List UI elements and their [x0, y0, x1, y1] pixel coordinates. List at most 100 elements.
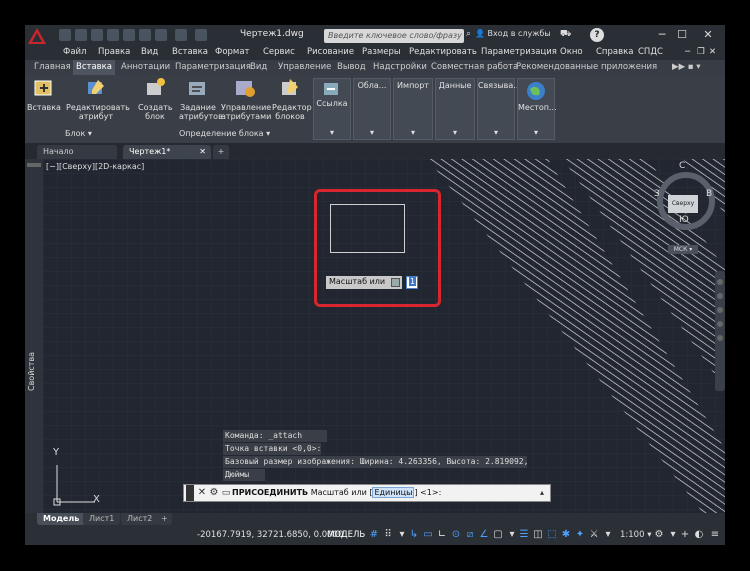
osnap-dropdown-icon[interactable]: ▾	[506, 528, 518, 541]
help-icon[interactable]: ?	[590, 28, 604, 42]
command-line[interactable]: ✕ ⚙ ▭ ПРИСОЕДИНИТЬ Масштаб или [Единицы]…	[183, 484, 551, 502]
menu-item-help[interactable]: Справка	[596, 47, 633, 57]
orbit-icon[interactable]	[717, 321, 723, 327]
tab-manage[interactable]: Управление	[275, 62, 334, 72]
define-attributes-button[interactable]: Задание атрибутов	[178, 77, 223, 121]
new-tab-button[interactable]: +	[213, 145, 229, 159]
file-tab-drawing[interactable]: Чертеж1* ✕	[123, 145, 211, 159]
import-panel[interactable]: Импорт ▾	[393, 78, 433, 140]
menu-item-dimensions[interactable]: Размеры	[362, 47, 401, 57]
snap-icon[interactable]: ⠿	[382, 528, 394, 541]
properties-side-panel[interactable]: Свойства	[25, 159, 43, 513]
save-as-icon[interactable]	[107, 29, 119, 41]
tab-addins[interactable]: Надстройки	[370, 62, 430, 72]
ucs-menu[interactable]: МСК ▾	[668, 245, 698, 254]
tab-home[interactable]: Главная	[31, 62, 74, 72]
compass-west[interactable]: З	[654, 189, 660, 199]
edit-attribute-button[interactable]: Редактировать атрибут	[65, 77, 130, 121]
cart-icon[interactable]: ⛟	[560, 29, 571, 40]
menu-close-icon[interactable]: ✕	[709, 47, 716, 57]
ortho-icon[interactable]: ∟	[436, 528, 448, 541]
menu-item-spds[interactable]: СПДС	[638, 47, 663, 57]
location-panel[interactable]: Местоп... ▾	[517, 78, 557, 140]
file-tab-close-icon[interactable]: ✕	[199, 147, 206, 156]
tab-output[interactable]: Вывод	[334, 62, 369, 72]
tab-view[interactable]: Вид	[247, 62, 270, 72]
print-icon[interactable]	[123, 29, 135, 41]
model-space-button[interactable]: МОДЕЛЬ	[327, 530, 365, 540]
grid-icon[interactable]: #	[368, 528, 380, 541]
manage-attributes-button[interactable]: Управление атрибутами	[221, 77, 271, 121]
workspace-icon[interactable]	[195, 29, 207, 41]
coordinates-readout[interactable]: -20167.7919, 32721.6850, 0.0000	[197, 530, 343, 540]
ribbon-tabs-more-icon[interactable]: ▶▶ ▪ ▾	[669, 62, 704, 72]
pan-icon[interactable]	[717, 293, 723, 299]
menu-item-service[interactable]: Сервис	[263, 47, 295, 57]
lineweight-icon[interactable]: ☰	[518, 528, 530, 541]
tab-layout1[interactable]: Лист1	[83, 513, 121, 525]
add-layout-button[interactable]: +	[157, 513, 172, 525]
dynamic-input-options-icon[interactable]	[391, 278, 400, 287]
plus-icon[interactable]: +	[679, 528, 691, 541]
menu-item-draw[interactable]: Рисование	[307, 47, 354, 57]
viewcube-top-face[interactable]: Сверху	[668, 195, 698, 213]
snap-dropdown-icon[interactable]: ▾	[396, 528, 408, 541]
infer-constraints-icon[interactable]: ↳	[408, 528, 420, 541]
menu-item-modify[interactable]: Редактировать	[409, 47, 477, 57]
menu-item-file[interactable]: Файл	[63, 47, 86, 57]
polar-tracking-icon[interactable]: ⊙	[450, 528, 462, 541]
data-panel[interactable]: Данные ▾	[435, 78, 475, 140]
dynamic-input-field[interactable]: 1	[406, 276, 418, 289]
tab-model[interactable]: Модель	[37, 513, 86, 525]
annotation-dropdown-icon[interactable]: ▾	[602, 528, 614, 541]
menu-minimize-icon[interactable]: ─	[685, 47, 690, 57]
menu-item-insert[interactable]: Вставка	[172, 47, 208, 57]
maximize-button[interactable]: ☐	[673, 27, 691, 43]
command-input[interactable]: ПРИСОЕДИНИТЬ Масштаб или [Единицы] <1>:	[232, 487, 441, 498]
showmotion-icon[interactable]	[717, 335, 723, 341]
workspace-gear-icon[interactable]: ⚙	[653, 528, 665, 541]
binoculars-icon[interactable]: ⌕	[466, 29, 471, 39]
menu-restore-icon[interactable]: ❐	[697, 47, 705, 57]
tab-parametric[interactable]: Параметризация	[172, 62, 254, 72]
menu-item-edit[interactable]: Правка	[98, 47, 130, 57]
compass-north[interactable]: С	[679, 161, 685, 171]
autoscale-icon[interactable]: ✦	[574, 528, 586, 541]
navigation-bar[interactable]	[715, 271, 725, 391]
save-icon[interactable]	[91, 29, 103, 41]
undo-icon[interactable]	[139, 29, 151, 41]
open-icon[interactable]	[75, 29, 87, 41]
signin-button[interactable]: 👤 Вход в службы	[475, 29, 551, 38]
share-icon[interactable]	[175, 29, 187, 41]
annotation-scale[interactable]: 1:100 ▾	[620, 530, 651, 540]
block-group-title[interactable]: Блок ▾	[65, 129, 92, 138]
file-tab-start[interactable]: Начало	[37, 145, 117, 159]
steering-wheel-icon[interactable]	[717, 279, 723, 285]
create-block-button[interactable]: Создать блок	[137, 77, 173, 121]
command-close-icon[interactable]: ✕	[196, 485, 208, 501]
menu-item-parametric[interactable]: Параметризация	[481, 47, 557, 57]
cloud-panel[interactable]: Обла... ▾	[353, 78, 391, 140]
compass-east[interactable]: В	[706, 189, 712, 199]
menu-item-format[interactable]: Формат	[215, 47, 250, 57]
annotation-scale-icon[interactable]: ⚔	[588, 528, 600, 541]
minimize-button[interactable]: ─	[653, 27, 671, 43]
menu-item-window[interactable]: Окно	[560, 47, 583, 57]
selection-cycling-icon[interactable]: ⬚	[546, 528, 558, 541]
panel-grip-icon[interactable]	[27, 163, 41, 167]
link-panel[interactable]: Связыва... ▾	[477, 78, 521, 140]
drawing-canvas[interactable]: [−][Сверху][2D-каркас] Масштаб или 1 Све…	[43, 159, 725, 513]
tab-insert[interactable]: Вставка	[73, 60, 116, 75]
redo-icon[interactable]	[155, 29, 167, 41]
new-icon[interactable]	[59, 29, 71, 41]
customize-menu-icon[interactable]: ≡	[709, 528, 721, 541]
command-line-grip-icon[interactable]	[186, 485, 194, 501]
tab-collaborate[interactable]: Совместная работа	[428, 62, 521, 72]
command-history-dropdown-icon[interactable]: ▴	[536, 485, 548, 501]
menu-item-view[interactable]: Вид	[141, 47, 158, 57]
close-button[interactable]: ✕	[699, 27, 717, 43]
block-editor-button[interactable]: Редактор блоков	[271, 77, 312, 121]
workspace-dropdown-icon[interactable]: ▾	[667, 528, 679, 541]
zoom-icon[interactable]	[717, 307, 723, 313]
command-option-units[interactable]: Единицы	[372, 487, 415, 498]
